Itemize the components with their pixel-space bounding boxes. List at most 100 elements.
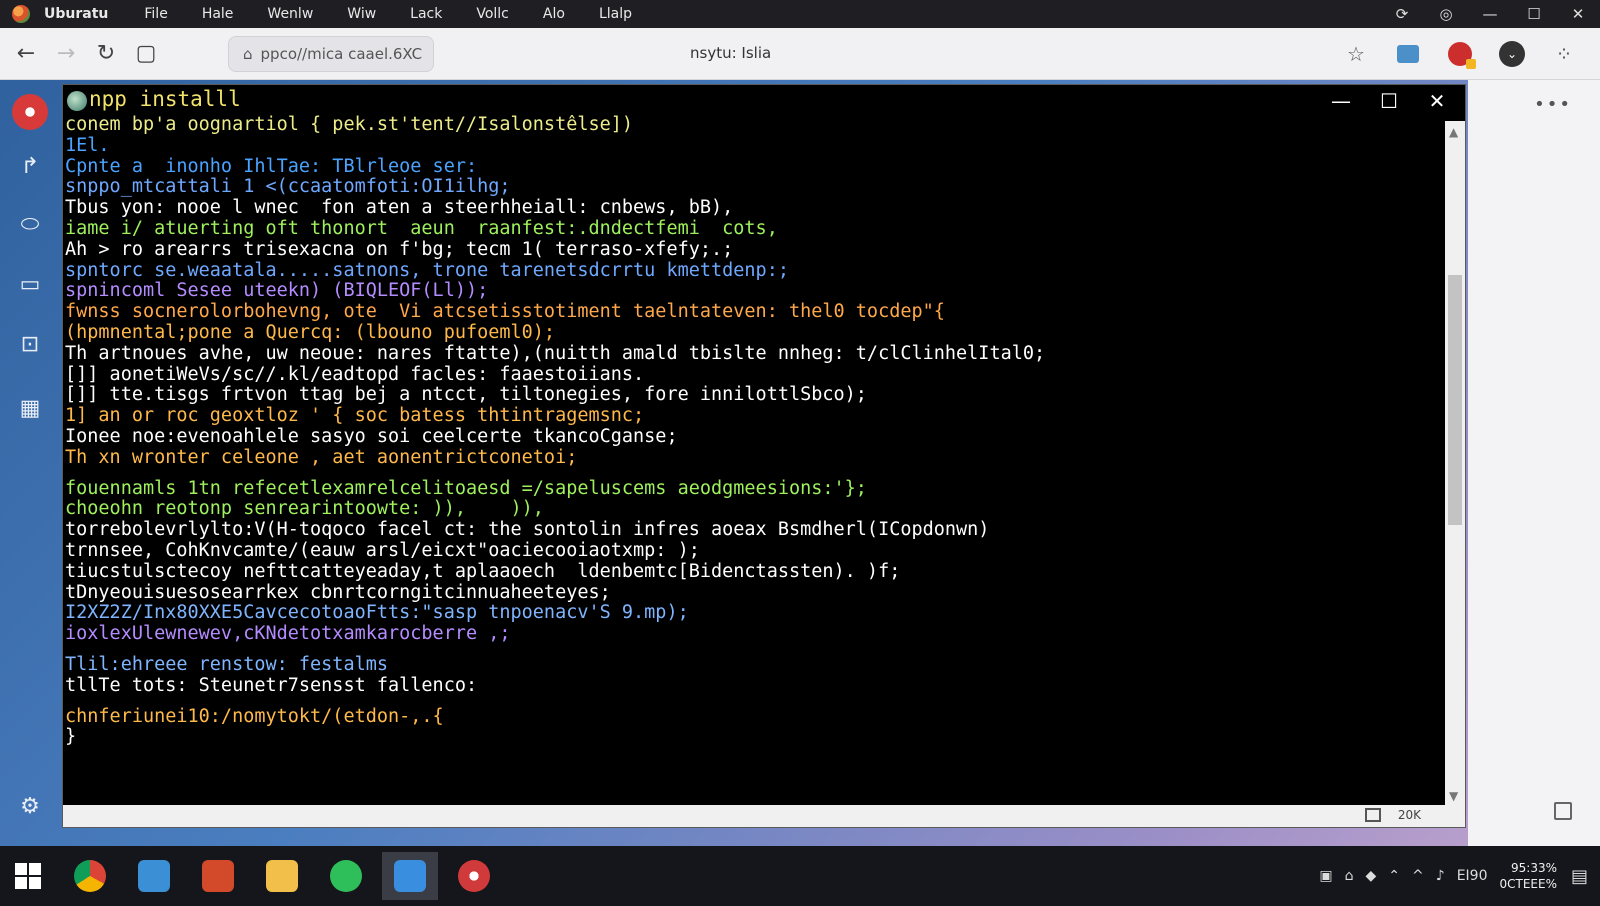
office-icon[interactable] [190, 852, 246, 900]
terminal-line: []] tte.tisgs frtvon ttag bej a ntcct, t… [65, 384, 867, 406]
menu-tools[interactable]: Vollc [476, 6, 509, 22]
system-menubar: Uburatu File Hale Wenlw Wiw Lack Vollc A… [0, 0, 1600, 28]
terminal-line: Tlil:ehreee renstow: festalms [65, 653, 389, 675]
menu-file[interactable]: File [144, 6, 167, 22]
address-bar[interactable]: ⌂ ppco//mica caael.6XC [228, 36, 434, 72]
notifications-icon[interactable]: ▤ [1571, 866, 1588, 887]
terminal-command: npp installl [89, 87, 241, 111]
left-dock: ↱ ⬭ ▭ ⊡ ▦ ⚙ [0, 80, 60, 846]
address-text[interactable]: ppco//mica caael.6XC [261, 45, 423, 63]
spotify-icon[interactable] [318, 852, 374, 900]
tag-icon[interactable]: ⬭ [12, 206, 48, 242]
clock[interactable]: 95:33% 0CTEEE% [1499, 860, 1557, 892]
app-launcher-icon[interactable] [12, 94, 48, 130]
input-indicator[interactable]: EI90 [1457, 868, 1488, 884]
browser-toolbar: ← → ↻ ▢ ⌂ ppco//mica caael.6XC nsytu: Is… [0, 28, 1600, 80]
shield-icon[interactable]: ◆ [1366, 868, 1377, 884]
clock-time: 95:33% [1511, 861, 1557, 875]
terminal-line: Ah > ro arearrs trisexacna on f'bg; tecm… [65, 238, 734, 260]
terminal-line: tDnyeouisuesosearrkex cbnrtcorngitcinnua… [65, 581, 611, 603]
menu-also[interactable]: Alo [543, 6, 565, 22]
system-tray: ▣ ⌂ ◆ ⌃ ^ ♪ EI90 95:33% 0CTEEE% ▤ [1319, 846, 1600, 906]
terminal-line: iame i/ atuerting oft thonort aeun raanf… [65, 217, 778, 239]
scroll-down-icon[interactable]: ▼ [1449, 789, 1458, 803]
panel-toggle-icon[interactable] [1554, 802, 1572, 820]
menu-window[interactable]: Wiw [347, 6, 376, 22]
screen-icon[interactable]: ▣ [1319, 868, 1332, 884]
terminal-line: conem bp'a oognartiol { pek.st'tent//Isa… [65, 115, 634, 135]
files-icon[interactable] [126, 852, 182, 900]
stop-icon[interactable]: ▢ [126, 34, 166, 74]
terminal-line: (hpmnental;pone a Quercq: (lbouno pufoem… [65, 321, 556, 343]
zoom-icon[interactable] [1365, 808, 1381, 822]
terminal-line: } [65, 726, 77, 748]
terminal-line: spnincoml Sesee uteekn) (BIQLEOF(Ll)); [65, 280, 489, 302]
menu-app-name[interactable]: Uburatu [44, 6, 108, 22]
grid-icon[interactable]: ▦ [12, 390, 48, 426]
menu-view[interactable]: Wenlw [267, 6, 313, 22]
terminal-line: spntorc se.weaatala.....satnons, trone t… [65, 259, 789, 281]
terminal-app-icon [67, 91, 87, 111]
image-icon[interactable]: ⊡ [12, 326, 48, 362]
volume-icon[interactable]: ♪ [1436, 868, 1445, 884]
page-title: nsytu: Islia [690, 44, 772, 62]
scroll-thumb[interactable] [1448, 275, 1462, 525]
editor-icon[interactable] [382, 852, 438, 900]
scroll-up-icon[interactable]: ▲ [1449, 125, 1458, 139]
chrome-icon[interactable] [62, 852, 118, 900]
share-icon[interactable]: ↱ [12, 148, 48, 184]
terminal-line: torrebolevrlylto:V(H-toqoco facel ct: th… [65, 519, 990, 541]
terminal-line: Ionee noe:evenoahlele sasyo soi ceelcert… [65, 425, 678, 447]
minimize-icon[interactable]: — [1468, 5, 1512, 23]
profile-icon[interactable]: ⌄ [1490, 34, 1534, 74]
menu-edit[interactable]: Hale [202, 6, 234, 22]
record-icon[interactable] [1438, 34, 1482, 74]
terminal-line: I2XZ2Z/Inx80XXE5CavcecotoaoFtts:"sasp tn… [65, 602, 689, 624]
terminal-line: tllTe tots: Steunetr7sensst fallenco: [65, 674, 478, 696]
terminal-minimize-icon[interactable]: — [1317, 87, 1365, 115]
more-options-icon[interactable]: ••• [1534, 94, 1572, 115]
ubuntu-logo-icon[interactable] [12, 5, 30, 23]
maximize-icon[interactable]: ☐ [1512, 5, 1556, 23]
back-icon[interactable]: ← [6, 34, 46, 74]
terminal-line: Cpnte a inonho IhlTae: TBlrleoe ser: [65, 155, 478, 177]
terminal-line: Th artnoues avhe, uw neoue: nares ftatte… [65, 342, 1046, 364]
puzzle-icon[interactable]: ⁘ [1542, 34, 1586, 74]
lock-icon: ⌂ [243, 45, 253, 63]
terminal-scrollbar[interactable]: ▲ ▼ [1445, 121, 1465, 805]
extension-icon[interactable] [1386, 34, 1430, 74]
zoom-level: 20K [1397, 808, 1421, 822]
start-icon[interactable] [0, 852, 56, 900]
settings-icon[interactable]: ⚙ [12, 788, 48, 824]
clock-date: 0CTEEE% [1499, 877, 1557, 891]
display-icon[interactable]: ⌂ [1345, 868, 1354, 884]
terminal-line: fwnss socnerolorbohevng, ote Vi atcsetis… [65, 301, 945, 323]
media-icon[interactable] [446, 852, 502, 900]
terminal-titlebar: npp installl — ☐ ✕ [63, 85, 1465, 117]
refresh-status-icon[interactable]: ⟳ [1380, 5, 1424, 23]
terminal-maximize-icon[interactable]: ☐ [1365, 87, 1413, 115]
folder-icon[interactable] [254, 852, 310, 900]
terminal-line: []] aonetiWeVs/sc//.kl/eadtopd facles: f… [65, 363, 645, 385]
terminal-line: snppo_mtcattali 1 <(ccaatomfoti:OI1ilhg; [65, 176, 511, 198]
folder-icon[interactable]: ▭ [12, 266, 48, 302]
terminal-output[interactable]: conem bp'a oognartiol { pek.st'tent//Isa… [65, 115, 1445, 785]
star-icon[interactable]: ☆ [1334, 34, 1378, 74]
terminal-line: Tbus yon: nooe l wnec fon aten a steerhh… [65, 197, 734, 219]
network-icon[interactable]: ◎ [1424, 5, 1468, 23]
terminal-line: fouennamls 1tn refecetlexamrelcelitoaesd… [65, 477, 867, 499]
terminal-line: trnnsee, CohKnvcamte/(eauw arsl/eicxt"oa… [65, 539, 700, 561]
terminal-window: npp installl — ☐ ✕ conem bp'a oognartiol… [62, 84, 1466, 828]
forward-icon[interactable]: → [46, 34, 86, 74]
up-arrow-icon[interactable]: ⌃ [1388, 868, 1400, 884]
terminal-close-icon[interactable]: ✕ [1413, 87, 1461, 115]
terminal-line: 1] an or roc geoxtloz ' { soc batess tht… [65, 405, 645, 427]
menu-back[interactable]: Lack [410, 6, 442, 22]
menu-help[interactable]: Llalp [599, 6, 632, 22]
wifi-icon[interactable]: ^ [1412, 868, 1424, 884]
side-panel: ••• [1468, 80, 1600, 846]
terminal-line: chnferiunei10:/nomytokt/(etdon-,.{ [65, 705, 444, 727]
reload-icon[interactable]: ↻ [86, 34, 126, 74]
terminal-line: choeohn reotonp senrearintoowte: )), )), [65, 498, 544, 520]
close-icon[interactable]: ✕ [1556, 5, 1600, 23]
